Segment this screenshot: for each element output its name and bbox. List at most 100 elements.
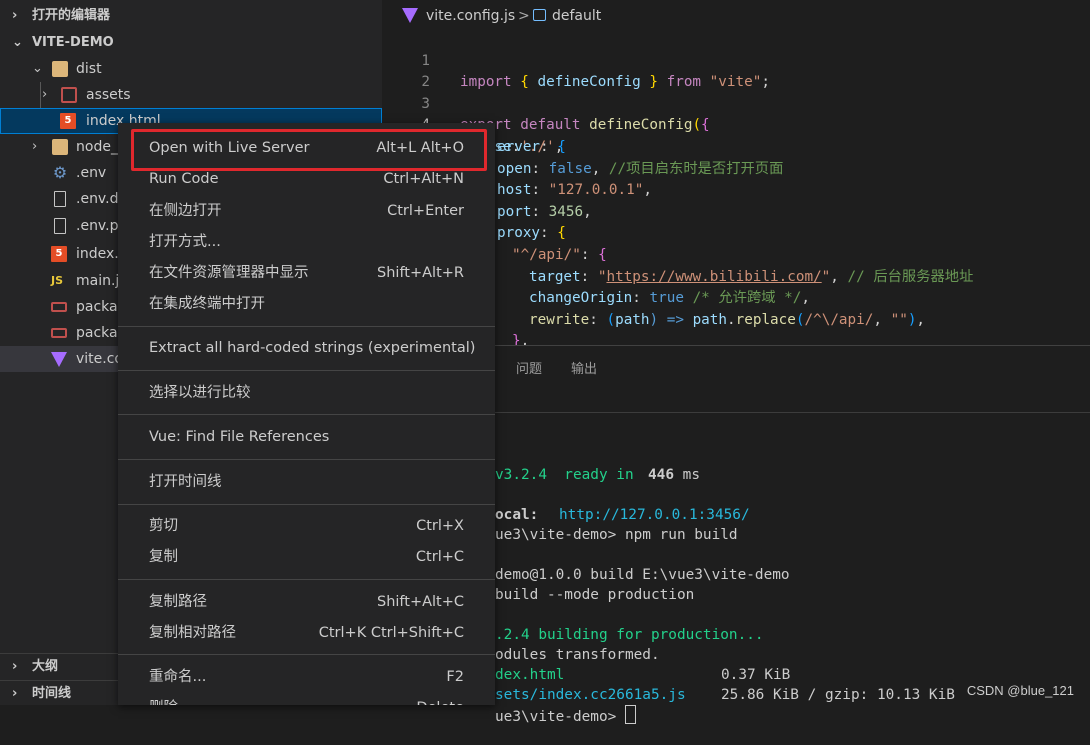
menu-item-copy[interactable]: 复制 Ctrl+C [118,542,495,573]
project-header[interactable]: ⌄ VITE-DEMO [0,30,382,56]
breadcrumb-separator: > [518,8,530,24]
terminal-text: build --mode production [495,587,695,603]
npm-icon [51,328,67,338]
chevron-down-icon: ⌄ [12,35,23,50]
tree-item-dist[interactable]: ⌄ dist [0,56,382,82]
menu-item-open-to-side[interactable]: 在侧边打开 Ctrl+Enter [118,196,495,227]
code-line-active: 4 base:'./', [382,94,1090,155]
menu-separator [118,370,495,371]
folder-icon [52,139,68,155]
menu-item-shortcut: Ctrl+Enter [387,203,464,219]
outline-label: 大纲 [32,659,59,674]
menu-item-rename[interactable]: 重命名... F2 [118,662,495,693]
menu-item-reveal-in-explorer[interactable]: 在文件资源管理器中显示 Shift+Alt+R [118,258,495,289]
chevron-down-icon: ⌄ [32,61,43,76]
menu-item-label: 剪切 [149,518,178,534]
menu-item-shortcut: Delete [416,693,464,705]
folder-icon [52,61,68,77]
terminal-prompt: ue3\vite-demo> [495,705,636,727]
tree-item-label: main.j [76,273,120,289]
menu-item-shortcut: Ctrl+C [415,549,464,565]
menu-item-label: 打开时间线 [149,474,222,490]
menu-item-copy-path[interactable]: 复制路径 Shift+Alt+C [118,587,495,618]
timeline-label: 时间线 [32,686,72,701]
breadcrumb: vite.config.js > default [382,0,1090,30]
html5-icon: 5 [60,113,76,129]
menu-item-label: Extract all hard-coded strings (experime… [149,340,476,356]
terminal-cursor [624,705,636,724]
menu-item-delete[interactable]: 删除 Delete [118,693,495,705]
menu-item-label: 复制路径 [149,594,207,610]
menu-item-label: 复制相对路径 [149,625,236,641]
gear-icon: ⚙ [52,163,68,182]
menu-item-extract-strings[interactable]: Extract all hard-coded strings (experime… [118,333,495,364]
menu-item-open-in-terminal[interactable]: 在集成终端中打开 [118,289,495,320]
menu-separator [118,654,495,655]
vite-icon [51,352,67,367]
terminal-text: ue3\vite-demo> [495,709,625,725]
menu-item-label: 打开方式... [149,234,221,250]
vite-icon [402,8,418,23]
menu-item-shortcut: F2 [446,669,464,685]
chevron-right-icon: › [12,659,18,674]
menu-item-label: 在侧边打开 [149,203,222,219]
menu-item-label: 选择以进行比较 [149,385,251,401]
code-line: 2 [382,51,1090,90]
assets-folder-icon [61,87,77,103]
javascript-icon: JS [51,274,64,287]
tab-problems[interactable]: 问题 [516,358,542,377]
html5-icon: 5 [51,246,67,262]
menu-item-shortcut: Ctrl+X [416,518,464,534]
watermark: CSDN @blue_121 [966,683,1074,698]
chevron-right-icon: › [12,8,18,23]
menu-item-vue-find-references[interactable]: Vue: Find File References [118,422,495,453]
symbol-module-icon [533,9,546,21]
terminal-text: ue3\vite-demo> npm run build [495,527,738,543]
menu-item-label: Vue: Find File References [149,429,330,445]
breadcrumb-symbol[interactable]: default [552,0,601,32]
breadcrumb-file[interactable]: vite.config.js [426,0,515,32]
menu-item-label: 重命名... [149,669,207,685]
menu-item-open-with[interactable]: 打开方式... [118,227,495,258]
project-label: VITE-DEMO [32,35,114,50]
menu-item-label: 在文件资源管理器中显示 [149,265,309,281]
menu-item-open-timeline[interactable]: 打开时间线 [118,467,495,498]
menu-item-cut[interactable]: 剪切 Ctrl+X [118,511,495,542]
open-editors-label: 打开的编辑器 [32,8,111,23]
menu-item-label: 复制 [149,549,178,565]
menu-item-copy-relative-path[interactable]: 复制相对路径 Ctrl+K Ctrl+Shift+C [118,618,495,649]
chevron-right-icon: › [12,686,18,701]
menu-item-shortcut: Ctrl+K Ctrl+Shift+C [318,625,464,641]
menu-separator [118,326,495,327]
terminal-text: v3.2.4 ready in [495,467,643,483]
menu-separator [118,504,495,505]
tree-item-label: .env.pr [76,218,125,234]
chevron-right-icon: › [32,139,38,154]
menu-item-label: 在集成终端中打开 [149,296,265,312]
terminal-text: 446 [648,467,674,483]
menu-item-shortcut: Shift+Alt+C [376,594,464,610]
menu-item-shortcut: Shift+Alt+R [377,265,464,281]
chevron-right-icon: › [42,87,48,102]
tree-item-label: index. [76,246,119,262]
context-menu: Open with Live Server Alt+L Alt+O Run Co… [118,123,495,705]
menu-item-select-for-compare[interactable]: 选择以进行比较 [118,378,495,409]
annotation-highlight-box [131,129,487,171]
terminal-text: ms [674,467,700,483]
file-icon [54,191,66,207]
menu-separator [118,459,495,460]
open-editors-header[interactable]: › 打开的编辑器 [0,3,382,29]
tab-output[interactable]: 输出 [571,358,597,377]
tree-item-label: dist [76,61,102,77]
tree-item-label: .env [76,165,107,181]
tree-item-label: vite.co [76,351,123,367]
tree-item-assets[interactable]: › assets [0,82,382,108]
npm-icon [51,302,67,312]
menu-separator [118,579,495,580]
code-line: 3 export default defineConfig({ [382,72,1090,134]
menu-item-label: 删除 [149,693,178,705]
code-line: 1 import { defineConfig } from "vite"; [382,29,1090,91]
menu-separator [118,414,495,415]
tree-item-label: node_ [76,139,118,155]
tree-item-label: assets [86,87,131,103]
